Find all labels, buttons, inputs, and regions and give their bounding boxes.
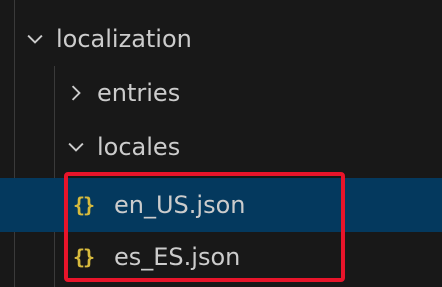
tree-file-es-es-json[interactable]: {} es_ES.json bbox=[0, 230, 442, 284]
tree-folder-localization[interactable]: localization bbox=[0, 12, 442, 66]
tree-item-label: localization bbox=[56, 25, 192, 53]
tree-item-label: es_ES.json bbox=[114, 243, 241, 271]
chevron-down-icon[interactable] bbox=[65, 136, 87, 158]
tree-item-label: en_US.json bbox=[114, 191, 246, 219]
file-explorer-tree: localization entries locales {} en_US.js… bbox=[0, 0, 442, 287]
json-file-icon: {} bbox=[72, 193, 95, 217]
tree-item-label: entries bbox=[97, 79, 181, 107]
tree-folder-locales[interactable]: locales bbox=[0, 120, 442, 174]
tree-file-en-us-json[interactable]: {} en_US.json bbox=[0, 178, 442, 232]
json-file-icon: {} bbox=[72, 245, 95, 269]
chevron-down-icon[interactable] bbox=[24, 28, 46, 50]
tree-item-label: locales bbox=[97, 133, 181, 161]
tree-folder-entries[interactable]: entries bbox=[0, 66, 442, 120]
chevron-right-icon[interactable] bbox=[65, 82, 87, 104]
